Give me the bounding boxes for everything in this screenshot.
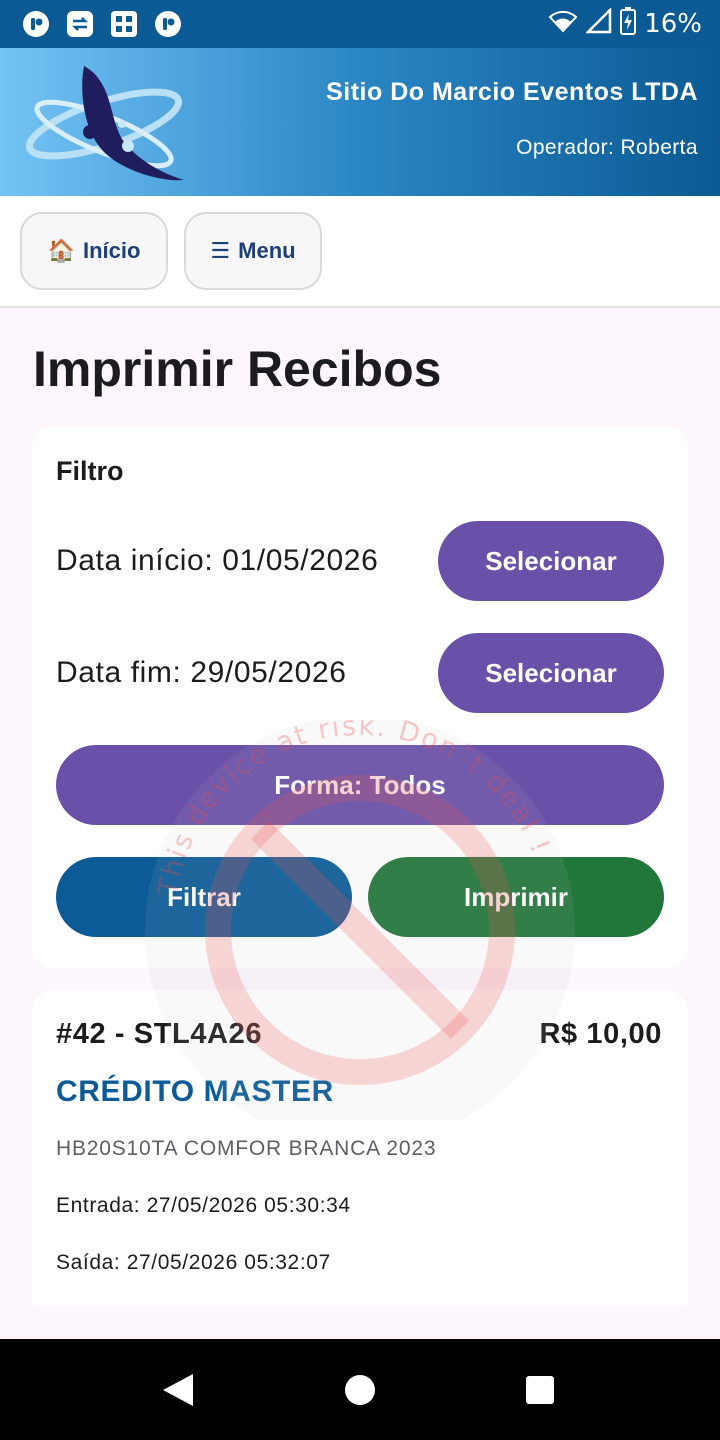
receipt-value: R$ 10,00 (539, 1018, 662, 1050)
home-label: Início (82, 238, 141, 263)
payment-form-button[interactable]: Forma: Todos (56, 745, 664, 825)
select-end-date-button[interactable]: Selecionar (438, 633, 664, 713)
status-bar: 16% (0, 0, 720, 48)
home-circle-icon[interactable] (333, 1363, 387, 1417)
receipt-id-plate: #42 - STL4A26 (56, 1018, 263, 1050)
system-status: 16% (548, 6, 702, 42)
filter-card: Filtro Data início: 01/05/2026 Seleciona… (32, 426, 688, 968)
back-icon[interactable] (151, 1363, 205, 1417)
app-icon-p2 (154, 10, 182, 38)
app-header: Sitio Do Marcio Eventos LTDA Operador: R… (0, 48, 720, 196)
filter-button[interactable]: Filtrar (56, 857, 352, 937)
battery-charging-icon (620, 6, 637, 42)
receipt-vehicle: HB20S10TA COMFOR BRANCA 2023 (56, 1137, 437, 1160)
receipt-entry-time: Entrada: 27/05/2026 05:30:34 (56, 1194, 351, 1217)
menu-button[interactable]: ☰ Menu (184, 212, 322, 290)
end-date-text: Data fim: 29/05/2026 (56, 656, 347, 689)
top-nav: 🏠 Início ☰ Menu (0, 196, 720, 308)
company-name: Sitio Do Marcio Eventos LTDA (326, 78, 698, 106)
start-date-text: Data início: 01/05/2026 (56, 544, 379, 577)
menu-label: Menu (238, 238, 296, 263)
app-icon-transfer (66, 10, 94, 38)
wifi-icon (548, 9, 578, 40)
house-icon: 🏠 (47, 238, 75, 263)
app-icon-grid (110, 10, 138, 38)
notification-icons (22, 10, 182, 38)
battery-percent: 16% (644, 9, 702, 39)
hamburger-icon: ☰ (210, 238, 231, 263)
app-icon-p (22, 10, 50, 38)
receipt-exit-time: Saída: 27/05/2026 05:32:07 (56, 1251, 331, 1274)
orbit-logo (26, 66, 184, 181)
page-title: Imprimir Recibos (33, 341, 442, 397)
receipt-payment-method: CRÉDITO MASTER (56, 1075, 334, 1108)
recents-icon[interactable] (513, 1363, 567, 1417)
operator-name: Operador: Roberta (516, 136, 698, 159)
filter-label: Filtro (56, 456, 124, 486)
signal-icon (585, 6, 612, 41)
print-button[interactable]: Imprimir (368, 857, 664, 937)
system-navigation-bar (0, 1339, 720, 1440)
select-start-date-button[interactable]: Selecionar (438, 521, 664, 601)
home-button[interactable]: 🏠 Início (20, 212, 168, 290)
receipt-card[interactable]: #42 - STL4A26 R$ 10,00 CRÉDITO MASTER HB… (32, 990, 688, 1306)
